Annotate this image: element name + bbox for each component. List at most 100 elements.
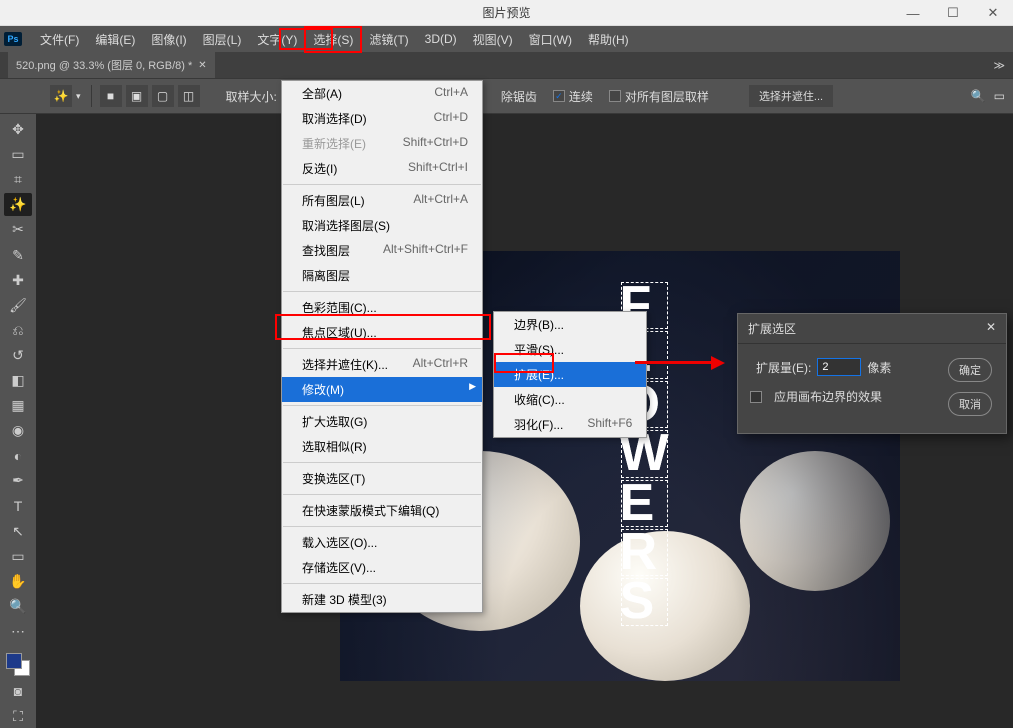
document-tab[interactable]: 520.png @ 33.3% (图层 0, RGB/8) * ✕ — [8, 52, 215, 78]
type-tool[interactable]: T — [4, 494, 32, 517]
blur-tool[interactable]: ◉ — [4, 419, 32, 442]
menu-file[interactable]: 文件(F) — [32, 27, 87, 52]
stamp-tool[interactable]: ⎌ — [4, 319, 32, 342]
history-brush-tool[interactable]: ↺ — [4, 344, 32, 367]
close-tab-icon[interactable]: ✕ — [198, 60, 206, 71]
menu-item[interactable]: 修改(M)▶ — [282, 377, 482, 402]
menu-item[interactable]: 查找图层Alt+Shift+Ctrl+F — [282, 238, 482, 263]
search-icon[interactable]: 🔍 — [971, 89, 986, 103]
select-menu-dropdown: 全部(A)Ctrl+A取消选择(D)Ctrl+D重新选择(E)Shift+Ctr… — [281, 80, 483, 613]
menu-item[interactable]: 载入选区(O)... — [282, 530, 482, 555]
eraser-tool[interactable]: ◧ — [4, 369, 32, 392]
menu-item[interactable]: 取消选择图层(S) — [282, 213, 482, 238]
selection-intersect-icon[interactable]: ◫ — [178, 85, 200, 107]
menu-help[interactable]: 帮助(H) — [580, 27, 637, 52]
menu-item[interactable]: 取消选择(D)Ctrl+D — [282, 106, 482, 131]
gradient-tool[interactable]: ▦ — [4, 394, 32, 417]
outer-titlebar: 图片预览 — ☐ ✕ — [0, 0, 1013, 26]
maximize-button[interactable]: ☐ — [933, 0, 973, 26]
menu-item[interactable]: 存储选区(V)... — [282, 555, 482, 580]
chevron-down-icon[interactable]: ▾ — [76, 91, 81, 102]
contiguous-label: 连续 — [569, 88, 593, 105]
menu-item[interactable]: 在快速蒙版模式下编辑(Q) — [282, 498, 482, 523]
brush-tool[interactable]: 🖌 — [4, 294, 32, 317]
menu-item[interactable]: 所有图层(L)Alt+Ctrl+A — [282, 188, 482, 213]
menu-filter[interactable]: 滤镜(T) — [361, 27, 416, 52]
dialog-title: 扩展选区 — [748, 320, 796, 337]
submenu-item[interactable]: 平滑(S)... — [494, 337, 646, 362]
document-tab-label: 520.png @ 33.3% (图层 0, RGB/8) * — [16, 57, 192, 73]
document-tabs: 520.png @ 33.3% (图层 0, RGB/8) * ✕ ≫ — [0, 52, 1013, 78]
path-tool[interactable]: ↖ — [4, 520, 32, 543]
magic-wand-tool[interactable]: ✨ — [4, 193, 32, 216]
color-swatches[interactable] — [4, 651, 32, 678]
selection-subtract-icon[interactable]: ▢ — [152, 85, 174, 107]
apply-canvas-label: 应用画布边界的效果 — [774, 388, 882, 405]
all-layers-label: 对所有图层取样 — [625, 88, 709, 105]
all-layers-checkbox[interactable] — [609, 90, 621, 102]
menu-item[interactable]: 选取相似(R) — [282, 434, 482, 459]
menu-edit[interactable]: 编辑(E) — [87, 27, 143, 52]
cancel-button[interactable]: 取消 — [948, 392, 992, 416]
selection-add-icon[interactable]: ▣ — [126, 85, 148, 107]
ok-button[interactable]: 确定 — [948, 358, 992, 382]
menu-item[interactable]: 隔离图层 — [282, 263, 482, 288]
menu-item[interactable]: 色彩范围(C)... — [282, 295, 482, 320]
submenu-item[interactable]: 边界(B)... — [494, 312, 646, 337]
menu-select[interactable]: 选择(S) — [305, 27, 361, 52]
select-and-mask-button[interactable]: 选择并遮住... — [749, 85, 833, 107]
submenu-item[interactable]: 收缩(C)... — [494, 387, 646, 412]
hand-tool[interactable]: ✋ — [4, 570, 32, 593]
workspace-icon[interactable]: ▭ — [994, 89, 1005, 103]
menu-item[interactable]: 重新选择(E)Shift+Ctrl+D — [282, 131, 482, 156]
modify-submenu: 边界(B)...平滑(S)...扩展(E)...收缩(C)...羽化(F)...… — [493, 311, 647, 438]
healing-tool[interactable]: ✚ — [4, 269, 32, 292]
eyedropper-tool[interactable]: ✎ — [4, 243, 32, 266]
ps-logo-icon: Ps — [4, 32, 22, 46]
apply-canvas-checkbox[interactable] — [750, 391, 762, 403]
options-bar: ✨ ▾ ■ ▣ ▢ ◫ 取样大小: 取 除锯齿 连续 对所有图层取样 选择并遮住… — [0, 78, 1013, 114]
screenmode-toggle[interactable]: ⛶ — [4, 705, 32, 728]
menu-item[interactable]: 选择并遮住(K)...Alt+Ctrl+R — [282, 352, 482, 377]
move-tool[interactable]: ✥ — [4, 118, 32, 141]
sample-size-label: 取样大小: — [226, 88, 277, 105]
menu-item[interactable]: 焦点区域(U)... — [282, 320, 482, 345]
minimize-button[interactable]: — — [893, 0, 933, 26]
expand-amount-input[interactable] — [817, 358, 861, 376]
menu-window[interactable]: 窗口(W) — [521, 27, 580, 52]
more-tools[interactable]: ⋯ — [4, 620, 32, 643]
dialog-close-icon[interactable]: ✕ — [986, 320, 996, 337]
submenu-item[interactable]: 羽化(F)...Shift+F6 — [494, 412, 646, 437]
expand-selection-dialog: 扩展选区 ✕ 扩展量(E): 像素 应用画布边界的效果 确定 取消 — [737, 313, 1007, 434]
tabs-overflow-icon[interactable]: ≫ — [985, 59, 1013, 72]
submenu-item[interactable]: 扩展(E)... — [494, 362, 646, 387]
menu-item[interactable]: 扩大选取(G) — [282, 409, 482, 434]
menu-item[interactable]: 反选(I)Shift+Ctrl+I — [282, 156, 482, 181]
shape-tool[interactable]: ▭ — [4, 545, 32, 568]
antialias-label: 除锯齿 — [501, 88, 537, 105]
menu-item[interactable]: 新建 3D 模型(3) — [282, 587, 482, 612]
crop-tool[interactable]: ✂ — [4, 218, 32, 241]
marquee-tool[interactable]: ▭ — [4, 143, 32, 166]
quickmask-toggle[interactable]: ◙ — [4, 680, 32, 703]
zoom-tool[interactable]: 🔍 — [4, 595, 32, 618]
menu-layer[interactable]: 图层(L) — [195, 27, 250, 52]
menu-type[interactable]: 文字(Y) — [249, 27, 305, 52]
unit-label: 像素 — [867, 359, 891, 376]
tools-panel: ✥ ▭ ⌗ ✨ ✂ ✎ ✚ 🖌 ⎌ ↺ ◧ ▦ ◉ ◐ ✒ T ↖ ▭ ✋ 🔍 … — [0, 114, 36, 728]
menubar: Ps 文件(F) 编辑(E) 图像(I) 图层(L) 文字(Y) 选择(S) 滤… — [0, 26, 1013, 52]
annotation-arrow — [635, 356, 725, 370]
dodge-tool[interactable]: ◐ — [4, 444, 32, 467]
menu-item[interactable]: 变换选区(T) — [282, 466, 482, 491]
menu-image[interactable]: 图像(I) — [143, 27, 194, 52]
pen-tool[interactable]: ✒ — [4, 469, 32, 492]
menu-item[interactable]: 全部(A)Ctrl+A — [282, 81, 482, 106]
selection-new-icon[interactable]: ■ — [100, 85, 122, 107]
contiguous-checkbox[interactable] — [553, 90, 565, 102]
close-button[interactable]: ✕ — [973, 0, 1013, 26]
menu-view[interactable]: 视图(V) — [465, 27, 521, 52]
window-title: 图片预览 — [482, 4, 530, 21]
menu-3d[interactable]: 3D(D) — [417, 28, 465, 50]
wand-tool-icon[interactable]: ✨ — [50, 85, 72, 107]
lasso-tool[interactable]: ⌗ — [4, 168, 32, 191]
